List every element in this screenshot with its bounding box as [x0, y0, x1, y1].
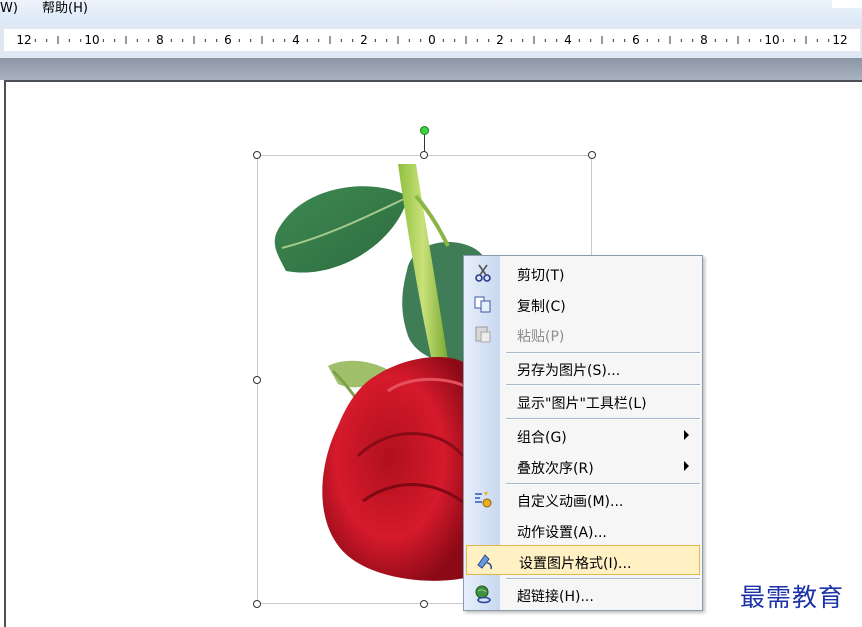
ruler-label: 2 [360, 33, 368, 47]
ruler-ticks: 12 10 8 6 4 2 0 2 4 6 8 10 12 [16, 33, 847, 47]
ruler-label: 8 [700, 33, 708, 47]
menu-item-label: 剪切(T) [517, 268, 565, 284]
paste-icon [475, 326, 491, 343]
resize-handle-top-right[interactable] [588, 151, 596, 159]
menu-item-label: 动作设置(A)... [517, 525, 607, 541]
resize-handle-top-left[interactable] [253, 151, 261, 159]
watermark-text: 最需教育 [740, 583, 845, 612]
menu-item-group[interactable]: 组合(G) [465, 420, 701, 450]
horizontal-ruler-area: 12 10 8 6 4 2 0 2 4 6 8 10 12 [0, 22, 862, 58]
resize-handle-bottom-left[interactable] [253, 600, 261, 608]
menu-item-help[interactable]: 帮助(H) [42, 0, 88, 18]
scissors-icon [475, 264, 491, 282]
horizontal-ruler[interactable]: 12 10 8 6 4 2 0 2 4 6 8 10 12 [4, 29, 860, 51]
resize-handle-bottom[interactable] [420, 600, 428, 608]
context-menu: 剪切(T) 复制(C) 粘贴(P) 另存为图片(S)... 显示"图片"工具栏(… [463, 255, 703, 611]
menu-item-format-picture[interactable]: 设置图片格式(I)... [466, 545, 700, 575]
menu-item-label: 叠放次序(R) [517, 461, 594, 477]
menu-item-order[interactable]: 叠放次序(R) [465, 451, 701, 481]
toolbar-edge [832, 0, 862, 8]
submenu-arrow-icon [684, 461, 689, 471]
resize-handle-left[interactable] [253, 376, 261, 384]
menu-item-label: 显示"图片"工具栏(L) [517, 396, 647, 412]
menu-item-custom-animation[interactable]: 自定义动画(M)... [465, 484, 701, 514]
ruler-label: 8 [156, 33, 164, 47]
menu-item-cut[interactable]: 剪切(T) [465, 258, 701, 288]
rotation-handle[interactable] [420, 126, 429, 135]
ruler-label: 10 [764, 33, 779, 47]
ruler-label: 4 [564, 33, 572, 47]
ruler-label: 4 [292, 33, 300, 47]
menu-item-copy[interactable]: 复制(C) [465, 289, 701, 319]
menu-item-window[interactable]: W) [0, 0, 18, 18]
menu-item-hyperlink[interactable]: 超链接(H)... [465, 579, 701, 609]
format-picture-icon [477, 554, 492, 570]
hyperlink-icon [475, 585, 491, 604]
resize-handle-top[interactable] [420, 151, 428, 159]
ruler-label: 12 [16, 33, 31, 47]
menu-item-label: 设置图片格式(I)... [519, 556, 632, 572]
menu-bar: W) 帮助(H) [0, 0, 862, 22]
custom-animation-icon [475, 492, 492, 508]
menu-item-label: 自定义动画(M)... [517, 494, 624, 510]
ruler-label: 0 [428, 33, 436, 47]
menu-item-save-as-picture[interactable]: 另存为图片(S)... [465, 353, 701, 383]
menu-item-label: 粘贴(P) [517, 329, 565, 345]
menu-item-label: 组合(G) [517, 430, 567, 446]
ruler-label: 6 [632, 33, 640, 47]
submenu-arrow-icon [684, 430, 689, 440]
menu-item-label: 超链接(H)... [517, 589, 594, 605]
menu-item-action-settings[interactable]: 动作设置(A)... [465, 515, 701, 545]
ruler-label: 6 [224, 33, 232, 47]
ruler-label: 10 [84, 33, 99, 47]
copy-icon [474, 296, 491, 313]
menu-item-show-picture-toolbar[interactable]: 显示"图片"工具栏(L) [465, 386, 701, 416]
ruler-label: 2 [496, 33, 504, 47]
ruler-label: 12 [832, 33, 847, 47]
menu-item-paste[interactable]: 粘贴(P) [465, 319, 701, 349]
menu-item-label: 另存为图片(S)... [517, 363, 621, 379]
menu-item-label: 复制(C) [517, 299, 566, 315]
workspace-band [0, 58, 862, 80]
